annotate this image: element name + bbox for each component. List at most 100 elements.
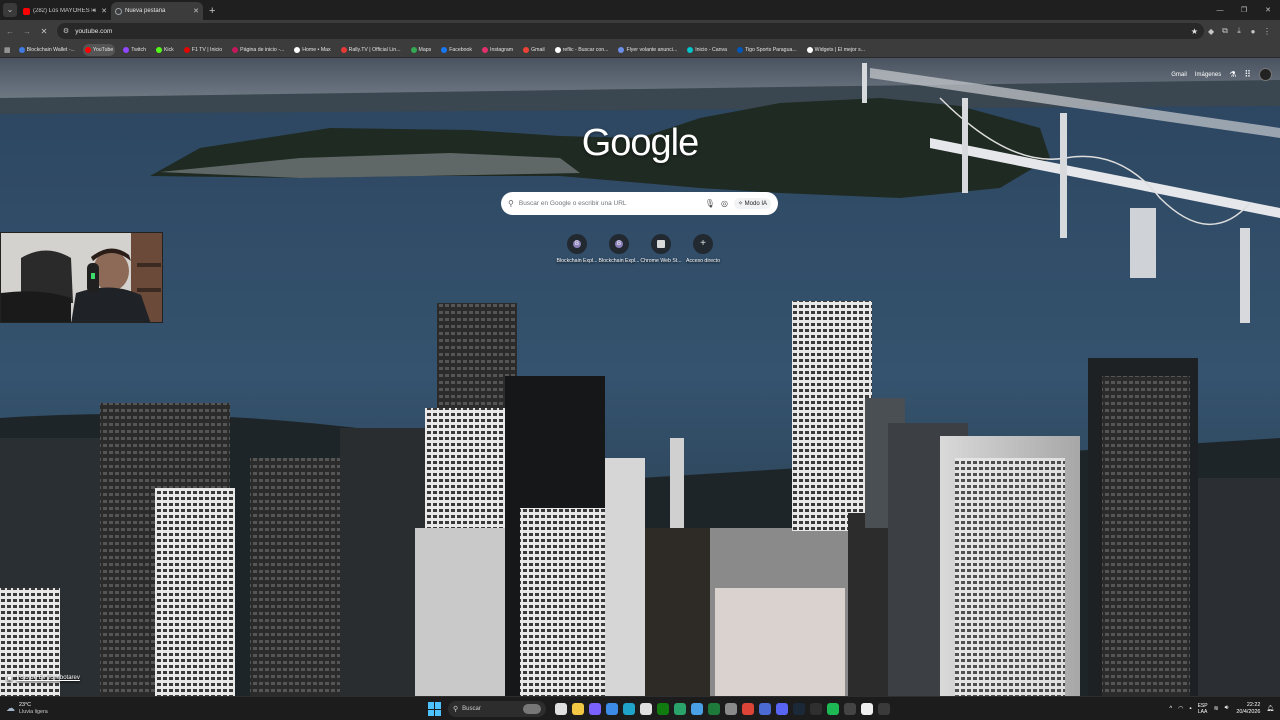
shortcut-tile[interactable]: Chrome Web St... [640,234,682,264]
taskbar-search[interactable]: ⚲ Buscar [448,701,546,717]
extensions-puzzle-icon[interactable]: ⧉ [1218,26,1232,36]
gmail-link[interactable]: Gmail [1171,72,1187,78]
volume-icon[interactable]: 🔊︎ [1225,705,1229,712]
edge-icon[interactable] [622,703,635,715]
tab-search-button[interactable]: ⌄ [3,3,17,17]
capcut-icon[interactable] [860,703,873,715]
chrome-icon[interactable] [741,703,754,715]
bookmark-favicon-icon [123,46,130,53]
profile-icon[interactable]: ● [1246,27,1260,36]
app-icon[interactable] [707,703,720,715]
app-icon[interactable] [809,703,822,715]
close-window-icon[interactable]: ✕ [1256,6,1280,14]
close-tab-icon[interactable]: ✕ [193,7,199,15]
bookmark-favicon-icon [736,46,743,53]
google-search-box[interactable]: ⚲ 🎙︎ ◎ ✧ Modo IA [501,192,778,215]
site-info-icon[interactable]: ⚙ [63,27,69,35]
bookmark-item[interactable]: Página de inicio -... [230,44,286,56]
bookmark-item[interactable]: Instagram [480,44,515,56]
browser-toolbar: ← → ✕ ⚙ youtube.com ★ ◆ ⧉ ⤓ ● ⋮ [0,20,1280,42]
speaker-icon[interactable]: 🔊︎ [92,8,96,15]
window-controls: — ❐ ✕ [1208,0,1280,20]
new-tab-button[interactable]: + [209,4,215,18]
chevron-up-icon[interactable]: ^ [1169,706,1172,712]
app-icon[interactable] [843,703,856,715]
download-icon[interactable]: ⤓ [1232,26,1246,36]
app-icon[interactable] [758,703,771,715]
bookmark-label: Página de inicio -... [240,46,285,53]
xbox-icon[interactable] [656,703,669,715]
forward-icon[interactable]: → [20,27,34,36]
weather-widget[interactable]: ☁ 23°C Lluvia ligera [6,702,126,716]
clock[interactable]: 22:22 20/4/2026 [1236,702,1260,716]
bookmark-item[interactable]: Inicio - Canva [685,44,729,56]
images-link[interactable]: Imágenes [1195,72,1221,78]
bookmark-item[interactable]: YouTube [82,43,116,56]
bookmark-item[interactable]: Tigo Sports Paragua... [735,44,799,56]
bookmark-label: Facebook [449,46,473,53]
file-explorer-icon[interactable] [571,703,584,715]
maximize-icon[interactable]: ❐ [1232,6,1256,14]
back-icon[interactable]: ← [3,27,17,36]
apps-grid-icon[interactable]: ▦ [4,46,11,54]
input-language[interactable]: ESP LAA [1198,703,1208,715]
bookmark-item[interactable]: Gmail [521,44,547,56]
shortcut-label: Blockchain Expl... [556,258,598,264]
address-bar[interactable]: ⚙ youtube.com ★ [56,23,1205,39]
app-tray-icon[interactable]: ▪ [1189,706,1191,712]
photo-icon: ▣ [6,675,13,682]
ai-mode-button[interactable]: ✧ Modo IA [733,198,771,209]
bookmark-favicon-icon [482,46,489,53]
shortcut-tile[interactable]: B Blockchain Expl... [556,234,598,264]
tab-youtube[interactable]: (282) Los MAYORES ENFAD 🔊︎ ✕ [19,2,111,20]
bookmark-label: Inicio - Canva [695,46,727,53]
labs-flask-icon[interactable]: ⚗ [1229,70,1236,79]
obs-icon[interactable] [877,703,890,715]
notification-bell-icon[interactable]: 🔔︎ [1266,705,1274,712]
photo-credit[interactable]: ▣ Foto de Ev Tchebotarev [6,674,80,682]
settings-icon[interactable] [724,703,737,715]
google-lens-icon[interactable]: ◎ [721,199,728,208]
close-tab-icon[interactable]: ✕ [101,7,107,15]
bookmark-item[interactable]: Kick [154,44,176,56]
bookmark-item[interactable]: Rally.TV | Official Lin... [339,44,403,56]
discord-icon[interactable] [775,703,788,715]
bookmark-item[interactable]: F1 TV | Inicio [182,44,224,56]
bookmark-star-icon[interactable]: ★ [1191,27,1198,36]
address-url[interactable]: youtube.com [75,28,1191,35]
bookmark-item[interactable]: Facebook [439,44,474,56]
tab-title: Nueva pestaña [125,8,166,14]
bookmark-item[interactable]: Home • Max [292,44,332,56]
steam-icon[interactable] [792,703,805,715]
windows-start-icon[interactable] [428,702,442,716]
store-app-icon[interactable] [605,703,618,715]
add-shortcut-tile[interactable]: + Acceso directo [682,234,724,264]
network-icon[interactable]: ◠ [1178,705,1183,712]
wifi-icon[interactable]: ≋ [1214,705,1219,712]
app-icon[interactable] [639,703,652,715]
shortcut-tile[interactable]: B Blockchain Expl... [598,234,640,264]
bookmark-item[interactable]: Maps [409,44,434,56]
task-view-icon[interactable] [554,703,567,715]
account-avatar[interactable] [1259,68,1272,81]
bookmark-item[interactable]: Flyer volante anunci... [616,44,679,56]
bookmark-item[interactable]: Blockchain Wallet -... [17,44,77,56]
stop-loading-icon[interactable]: ✕ [37,27,51,36]
google-logo: Google [581,122,700,164]
tab-new-tab[interactable]: Nueva pestaña ✕ [111,2,203,20]
search-input[interactable] [518,200,699,207]
menu-kebab-icon[interactable]: ⋮ [1260,27,1274,36]
copilot-icon[interactable] [588,703,601,715]
minimize-icon[interactable]: — [1208,7,1232,14]
spotify-icon[interactable] [826,703,839,715]
notepad-icon[interactable] [690,703,703,715]
extension-icon[interactable]: ◆ [1204,27,1218,36]
google-apps-grid-icon[interactable]: ⠿ [1244,69,1251,80]
bookmark-item[interactable]: Twitch [121,44,148,56]
bookmark-favicon-icon [18,46,25,53]
bookmark-item[interactable]: reflic - Buscar con... [553,44,611,56]
game-launcher-icon[interactable] [673,703,686,715]
microphone-icon[interactable]: 🎙︎ [705,199,715,208]
bookmark-item[interactable]: Widgets | El mejor s... [805,44,867,56]
photo-credit-text[interactable]: Foto de Ev Tchebotarev [17,675,80,681]
